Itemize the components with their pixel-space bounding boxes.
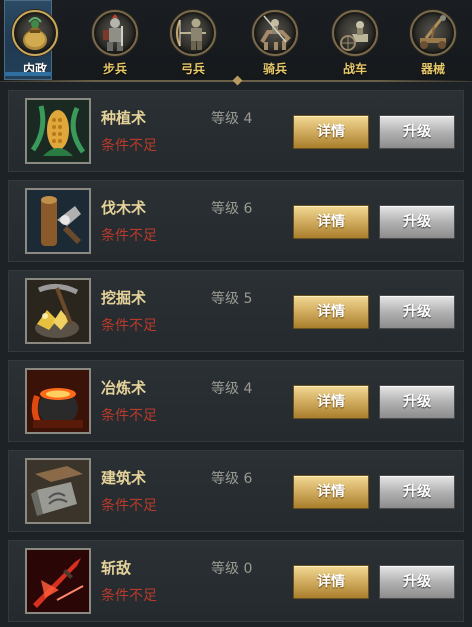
skill-level: 等级 5 [211, 291, 253, 307]
details-button[interactable]: 详情 [293, 295, 369, 329]
corn-icon [25, 98, 91, 164]
upgrade-button[interactable]: 升级 [379, 565, 455, 599]
chariot-icon [332, 10, 378, 56]
details-button[interactable]: 详情 [293, 565, 369, 599]
skill-level: 等级 4 [211, 111, 253, 127]
skill-row-farming: 种植术 条件不足 等级 4 详情 升级 [8, 90, 464, 172]
skill-level: 等级 4 [211, 381, 253, 397]
pickaxe-gold-icon [25, 278, 91, 344]
tab-label: 器械 [420, 62, 445, 76]
skill-condition: 条件不足 [101, 408, 157, 424]
furnace-pot-icon [25, 368, 91, 434]
skill-name: 伐木术 [101, 199, 147, 217]
skill-level: 等级 6 [211, 201, 253, 217]
upgrade-button[interactable]: 升级 [379, 295, 455, 329]
cavalry-icon [252, 10, 298, 56]
skill-condition: 条件不足 [101, 228, 157, 244]
log-axe-icon [25, 188, 91, 254]
tab-siege[interactable]: 器械 [398, 0, 468, 80]
skill-name: 冶炼术 [101, 379, 147, 397]
tab-internal-affairs[interactable]: 内政 [0, 0, 70, 80]
tab-label: 步兵 [102, 62, 127, 76]
skill-row-logging: 伐木术 条件不足 等级 6 详情 升级 [8, 180, 464, 262]
category-tab-bar: 内政 步兵 弓兵 骑兵 战车 器械 [0, 0, 472, 86]
skill-level: 等级 6 [211, 471, 253, 487]
skill-name: 种植术 [101, 109, 147, 127]
tab-chariot[interactable]: 战车 [320, 0, 390, 80]
upgrade-button[interactable]: 升级 [379, 385, 455, 419]
upgrade-button[interactable]: 升级 [379, 475, 455, 509]
details-button[interactable]: 详情 [293, 385, 369, 419]
skill-condition: 条件不足 [101, 588, 157, 604]
details-button[interactable]: 详情 [293, 205, 369, 239]
skill-name: 挖掘术 [101, 289, 147, 307]
upgrade-button[interactable]: 升级 [379, 205, 455, 239]
tab-label: 骑兵 [262, 62, 287, 76]
tab-cavalry[interactable]: 骑兵 [240, 0, 310, 80]
archer-icon [170, 10, 216, 56]
skill-name: 建筑术 [101, 469, 147, 487]
red-blade-icon [25, 548, 91, 614]
knight-icon [92, 10, 138, 56]
details-button[interactable]: 详情 [293, 115, 369, 149]
tab-infantry[interactable]: 步兵 [80, 0, 150, 80]
skill-condition: 条件不足 [101, 318, 157, 334]
details-button[interactable]: 详情 [293, 475, 369, 509]
active-tab-underline [4, 72, 52, 76]
skill-name: 斩敌 [101, 559, 132, 577]
tab-label: 弓兵 [180, 62, 205, 76]
tab-archer[interactable]: 弓兵 [158, 0, 228, 80]
upgrade-button[interactable]: 升级 [379, 115, 455, 149]
siege-engine-icon [410, 10, 456, 56]
skill-condition: 条件不足 [101, 138, 157, 154]
money-bag-icon [12, 10, 58, 56]
skill-level: 等级 0 [211, 561, 253, 577]
tab-label: 战车 [342, 62, 367, 76]
skill-row-construction: 建筑术 条件不足 等级 6 详情 升级 [8, 450, 464, 532]
skill-row-mining: 挖掘术 条件不足 等级 5 详情 升级 [8, 270, 464, 352]
stone-brick-icon [25, 458, 91, 524]
skill-row-slay-enemy: 斩敌 条件不足 等级 0 详情 升级 [8, 540, 464, 622]
skill-condition: 条件不足 [101, 498, 157, 514]
skill-row-smelting: 冶炼术 条件不足 等级 4 详情 升级 [8, 360, 464, 442]
